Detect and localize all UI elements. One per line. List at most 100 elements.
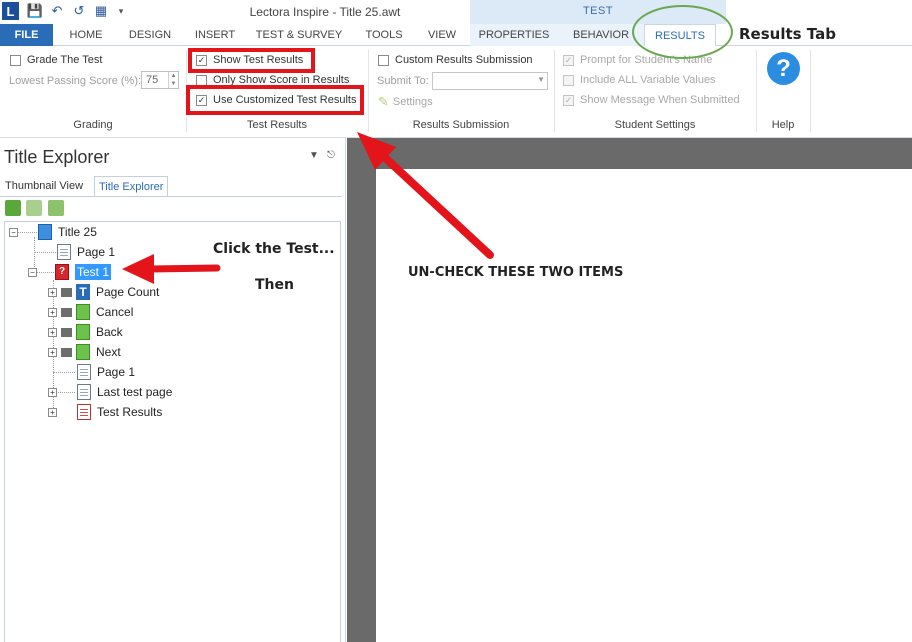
collapse-toggle[interactable]: − (9, 228, 18, 237)
tree-node-label: Page Count (96, 285, 160, 299)
pencil-icon: ✎ (378, 94, 389, 109)
group-label-grading: Grading (73, 119, 113, 131)
expand-toggle[interactable]: + (48, 408, 57, 417)
tree-line (53, 372, 75, 373)
tree-node-button[interactable]: Next (61, 343, 121, 361)
button-icon (76, 344, 90, 360)
expand-toggle[interactable]: + (48, 348, 57, 357)
custom-results-submission-checkbox[interactable]: Custom Results Submission (378, 52, 533, 68)
expand-toggle[interactable]: + (48, 388, 57, 397)
page-icon (77, 364, 91, 380)
tree-node-label: Cancel (96, 305, 134, 319)
lowest-passing-score-value: 75 (146, 74, 159, 86)
button-icon (76, 304, 90, 320)
spinner-arrows-icon[interactable]: ▲ ▼ (168, 72, 178, 88)
tree-node-label: Page 1 (97, 365, 136, 379)
tree-node-label: Next (96, 345, 121, 359)
tab-home[interactable]: HOME (57, 24, 115, 46)
add-chapter-icon[interactable] (26, 200, 42, 216)
tree-node-label: Title 25 (58, 225, 97, 239)
collapse-toggle[interactable]: − (28, 268, 37, 277)
tree-node-results[interactable]: Test Results (77, 403, 162, 421)
include-variables-checkbox[interactable]: Include ALL Variable Values (563, 72, 716, 88)
highlight-box-show-results (188, 48, 315, 73)
title-bar: L 💾 ↶ ↺ ▦ ▾ Lectora Inspire - Title 25.a… (0, 0, 912, 24)
page-icon (77, 384, 91, 400)
tree-line (34, 272, 56, 273)
tree-node-text[interactable]: T Page Count (61, 283, 159, 301)
checkbox-box: ✓ (563, 54, 574, 66)
add-page-icon[interactable] (5, 200, 21, 216)
lowest-passing-score-label: Lowest Passing Score (%): (9, 75, 142, 87)
canvas-page[interactable] (376, 169, 912, 642)
settings-label: Settings (392, 96, 433, 108)
visibility-box (61, 347, 72, 357)
pin-icon[interactable]: ⎋ (327, 150, 335, 161)
tab-design[interactable]: DESIGN (120, 24, 180, 46)
annotation-results-tab: Results Tab (739, 25, 836, 43)
checkbox-box (563, 74, 574, 86)
lowest-passing-score-spinner[interactable]: 75 ▲ ▼ (141, 71, 179, 89)
submit-to-label: Submit To: (377, 75, 429, 87)
annotation-then: Then (255, 277, 294, 293)
annotation-click-test: Click the Test... (213, 241, 335, 257)
checkbox-box (196, 74, 207, 86)
grade-the-test-label: Grade The Test (27, 54, 103, 66)
group-label-results-submission: Results Submission (412, 119, 510, 131)
tab-behavior[interactable]: BEHAVIOR (558, 24, 644, 46)
tab-test-survey[interactable]: TEST & SURVEY (250, 24, 348, 46)
tab-divider (0, 196, 342, 197)
highlight-box-customized-results (186, 85, 364, 115)
title-explorer-panel: Title Explorer ▼ ⎋ Thumbnail View Title … (0, 138, 346, 642)
tab-file[interactable]: FILE (0, 24, 53, 46)
tree-node-button[interactable]: Back (61, 323, 123, 341)
panel-title: Title Explorer (4, 147, 110, 167)
checkbox-box (378, 54, 389, 66)
tree-node-page[interactable]: Page 1 (77, 363, 135, 381)
panel-menu-icon[interactable]: ▼ (309, 150, 319, 161)
page-icon (57, 244, 71, 260)
help-icon[interactable]: ? (767, 52, 800, 85)
grade-the-test-checkbox[interactable]: Grade The Test (10, 52, 102, 68)
group-label-student-settings: Student Settings (614, 119, 696, 131)
checkbox-box (10, 54, 21, 66)
tab-title-explorer[interactable]: Title Explorer (94, 176, 169, 196)
results-tab-highlight-oval (632, 5, 733, 59)
book-icon (38, 224, 52, 240)
expand-toggle[interactable]: + (48, 328, 57, 337)
tree-node-label: Page 1 (77, 245, 116, 259)
chevron-down-icon: ▼ (537, 75, 545, 84)
settings-button[interactable]: ✎ Settings (378, 94, 433, 110)
tab-insert[interactable]: INSERT (185, 24, 245, 46)
annotation-uncheck: UN-CHECK THESE TWO ITEMS (408, 265, 624, 280)
tree-node-label: Back (96, 325, 123, 339)
tree-node-label: Last test page (97, 385, 173, 399)
tree-node-page[interactable]: Last test page (77, 383, 172, 401)
test-icon: ? (55, 264, 69, 280)
visibility-box (61, 307, 72, 317)
tree-node-title[interactable]: Title 25 (38, 223, 97, 241)
show-message-checkbox[interactable]: ✓ Show Message When Submitted (563, 92, 740, 108)
button-icon (76, 324, 90, 340)
tab-thumbnail-view[interactable]: Thumbnail View (1, 176, 87, 196)
tree-node-label: Test 1 (75, 264, 112, 280)
visibility-box (61, 327, 72, 337)
ribbon-results: Grade The Test Lowest Passing Score (%):… (0, 46, 912, 138)
expand-toggle[interactable]: + (48, 308, 57, 317)
group-label-test-results: Test Results (247, 119, 307, 131)
tree-node-button[interactable]: Cancel (61, 303, 133, 321)
expand-toggle[interactable]: + (48, 288, 57, 297)
custom-results-submission-label: Custom Results Submission (395, 54, 533, 66)
tab-properties[interactable]: PROPERTIES (470, 24, 558, 46)
visibility-box (61, 287, 72, 297)
submit-to-dropdown[interactable]: ▼ (432, 72, 548, 90)
tree-node-page[interactable]: Page 1 (57, 243, 115, 261)
checkbox-box: ✓ (563, 94, 574, 106)
canvas-area (347, 138, 912, 642)
tab-view[interactable]: VIEW (416, 24, 468, 46)
tab-tools[interactable]: TOOLS (355, 24, 413, 46)
tree-line (34, 252, 56, 253)
add-section-icon[interactable] (48, 200, 64, 216)
tree-node-test[interactable]: ? Test 1 (55, 263, 112, 281)
include-variables-label: Include ALL Variable Values (580, 74, 716, 86)
